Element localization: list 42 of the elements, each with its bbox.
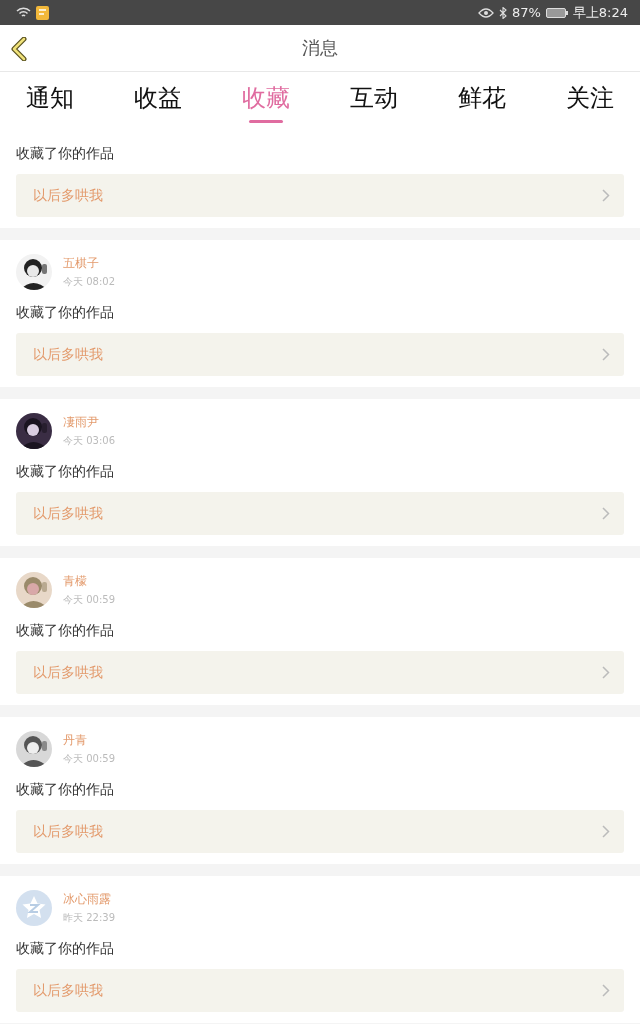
bluetooth-icon bbox=[498, 6, 507, 19]
message-text: 收藏了你的作品 bbox=[16, 463, 115, 481]
message-time: 今天 03:06 bbox=[63, 434, 115, 448]
message-text: 收藏了你的作品 bbox=[16, 781, 115, 799]
wifi-icon bbox=[16, 6, 31, 19]
work-link[interactable]: 以后多哄我 bbox=[16, 174, 624, 217]
chevron-icon bbox=[602, 348, 610, 361]
tab[interactable]: 关注 bbox=[566, 72, 614, 125]
tab[interactable]: 通知 bbox=[26, 72, 74, 125]
chevron-icon bbox=[602, 825, 610, 838]
chevron-icon bbox=[602, 189, 610, 202]
work-link[interactable]: 以后多哄我 bbox=[16, 969, 624, 1012]
message-time: 今天 00:59 bbox=[63, 752, 115, 766]
chevron-icon bbox=[602, 507, 610, 520]
user-name[interactable]: 五棋子 bbox=[63, 255, 115, 272]
user-name[interactable]: 凄雨尹 bbox=[63, 414, 115, 431]
message-text: 收藏了你的作品 bbox=[16, 145, 115, 163]
work-link[interactable]: 以后多哄我 bbox=[16, 651, 624, 694]
tab[interactable]: 鲜花 bbox=[458, 72, 506, 125]
chevron-icon bbox=[602, 984, 610, 997]
message-text: 收藏了你的作品 bbox=[16, 622, 115, 640]
battery-percent: 87% bbox=[511, 5, 541, 20]
message-text: 收藏了你的作品 bbox=[16, 304, 115, 322]
work-link[interactable]: 以后多哄我 bbox=[16, 492, 624, 535]
user-name[interactable]: 青檬 bbox=[63, 573, 115, 590]
clock-time: 早上8:24 bbox=[572, 3, 628, 22]
work-link[interactable]: 以后多哄我 bbox=[16, 333, 624, 376]
message-text: 收藏了你的作品 bbox=[16, 940, 115, 958]
tab[interactable]: 收益 bbox=[134, 72, 182, 125]
message-time: 今天 08:02 bbox=[63, 275, 115, 289]
message-time: 今天 00:59 bbox=[63, 593, 115, 607]
avatar-icon bbox=[16, 890, 52, 926]
chevron-icon bbox=[602, 666, 610, 679]
user-name[interactable]: 丹青 bbox=[63, 732, 115, 749]
eye-icon bbox=[477, 7, 494, 18]
battery-icon bbox=[545, 7, 568, 18]
page-title: 消息 bbox=[302, 36, 338, 60]
tab[interactable]: 收藏 bbox=[242, 72, 290, 125]
work-link[interactable]: 以后多哄我 bbox=[16, 810, 624, 853]
tab[interactable]: 互动 bbox=[350, 72, 398, 125]
user-name[interactable]: 冰心雨露 bbox=[63, 891, 115, 908]
app-icon bbox=[36, 5, 49, 20]
